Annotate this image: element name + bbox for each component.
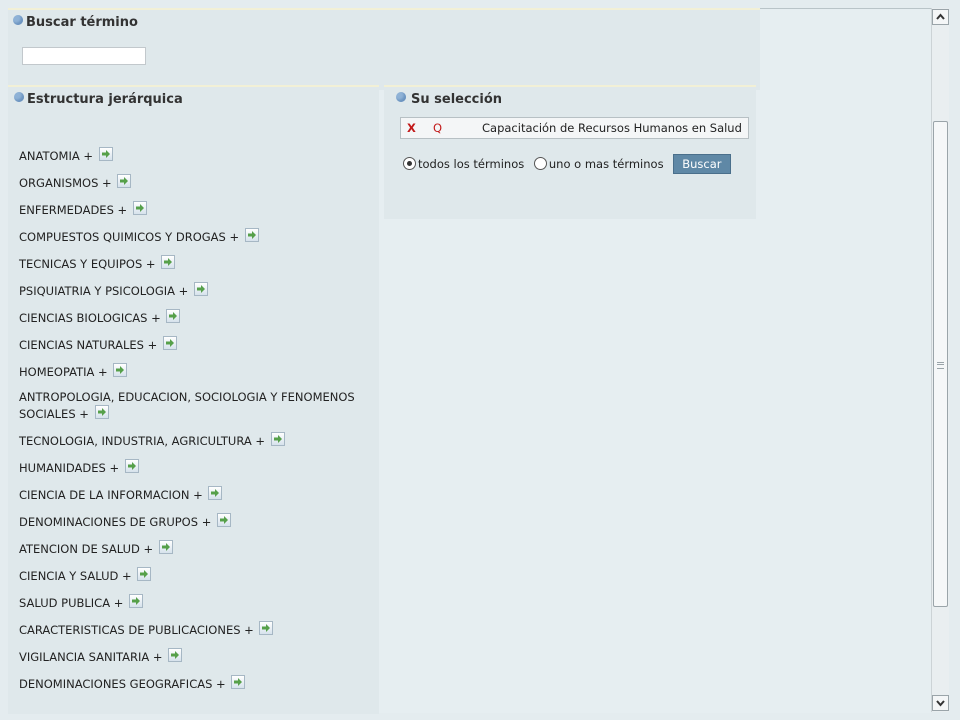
tree-item-label[interactable]: ORGANISMOS + — [19, 176, 112, 190]
tree-item-ciencia-salud[interactable]: CIENCIA Y SALUD + — [19, 567, 152, 584]
tree-item-label[interactable]: ATENCION DE SALUD + — [19, 542, 153, 556]
tree-item-tecnologia[interactable]: TECNOLOGIA, INDUSTRIA, AGRICULTURA + — [19, 432, 285, 449]
add-arrow-icon[interactable] — [129, 594, 144, 608]
tree-item-label[interactable]: ANATOMIA + — [19, 149, 93, 163]
scroll-down-button[interactable] — [932, 695, 949, 711]
radio-any-terms-label[interactable]: uno o mas términos — [549, 157, 664, 171]
tree-item-salud-publica[interactable]: SALUD PUBLICA + — [19, 594, 144, 611]
search-button[interactable]: Buscar — [673, 154, 731, 174]
tree-item-enfermedades[interactable]: ENFERMEDADES + — [19, 201, 147, 218]
tree-item-ciencias-biologicas[interactable]: CIENCIAS BIOLOGICAS + — [19, 309, 181, 326]
tree-item-vigilancia[interactable]: VIGILANCIA SANITARIA + — [19, 648, 183, 665]
tree-item-anatomia[interactable]: ANATOMIA + — [19, 147, 113, 164]
add-arrow-icon[interactable] — [168, 648, 183, 662]
bullet-icon — [13, 15, 23, 25]
query-term-button[interactable]: Q — [433, 118, 442, 138]
add-arrow-icon[interactable] — [208, 486, 223, 500]
tree-item-label[interactable]: DENOMINACIONES DE GRUPOS + — [19, 515, 211, 529]
search-panel: Buscar término — [8, 8, 760, 90]
tree-item-label[interactable]: DENOMINACIONES GEOGRAFICAS + — [19, 677, 226, 691]
tree-item-label[interactable]: CARACTERISTICAS DE PUBLICACIONES + — [19, 623, 254, 637]
tree-item-label[interactable]: CIENCIAS NATURALES + — [19, 338, 157, 352]
hierarchy-panel-title: Estructura jerárquica — [27, 92, 183, 107]
tree-item-label[interactable]: CIENCIA Y SALUD + — [19, 569, 132, 583]
tree-item-compuestos[interactable]: COMPUESTOS QUIMICOS Y DROGAS + — [19, 228, 259, 245]
add-arrow-icon[interactable] — [132, 201, 147, 215]
radio-any-terms[interactable] — [533, 157, 547, 170]
grip-icon — [937, 362, 944, 369]
tree-item-atencion-salud[interactable]: ATENCION DE SALUD + — [19, 540, 173, 557]
tree-item-psiquiatria[interactable]: PSIQUIATRIA Y PSICOLOGIA + — [19, 282, 208, 299]
tree-item-label[interactable]: ANTROPOLOGIA, EDUCACION, SOCIOLOGIA Y FE… — [19, 390, 355, 421]
search-input[interactable] — [22, 47, 146, 65]
selection-panel-title: Su selección — [411, 92, 503, 107]
vertical-scrollbar[interactable] — [931, 8, 949, 712]
add-arrow-icon[interactable] — [158, 540, 173, 554]
search-panel-title: Buscar término — [26, 15, 138, 30]
tree-item-label[interactable]: CIENCIA DE LA INFORMACION + — [19, 488, 203, 502]
chevron-down-icon — [936, 700, 945, 707]
chevron-up-icon — [936, 13, 945, 20]
tree-item-label[interactable]: CIENCIAS BIOLOGICAS + — [19, 311, 161, 325]
tree-item-label[interactable]: PSIQUIATRIA Y PSICOLOGIA + — [19, 284, 188, 298]
tree-item-tecnicas[interactable]: TECNICAS Y EQUIPOS + — [19, 255, 176, 272]
tree-item-caracteristicas[interactable]: CARACTERISTICAS DE PUBLICACIONES + — [19, 621, 274, 638]
add-arrow-icon[interactable] — [270, 432, 285, 446]
add-arrow-icon[interactable] — [216, 513, 231, 527]
add-arrow-icon[interactable] — [113, 363, 128, 377]
tree-item-label[interactable]: SALUD PUBLICA + — [19, 596, 123, 610]
tree-item-humanidades[interactable]: HUMANIDADES + — [19, 459, 139, 476]
add-arrow-icon[interactable] — [124, 459, 139, 473]
add-arrow-icon[interactable] — [161, 255, 176, 269]
match-options: todos los términos uno o mas términos Bu… — [403, 154, 731, 174]
selection-panel: Su selección X Q Capacitación de Recurso… — [384, 85, 756, 219]
tree-item-label[interactable]: TECNOLOGIA, INDUSTRIA, AGRICULTURA + — [19, 434, 265, 448]
add-arrow-icon[interactable] — [98, 147, 113, 161]
tree-item-denominaciones-grupos[interactable]: DENOMINACIONES DE GRUPOS + — [19, 513, 231, 530]
add-arrow-icon[interactable] — [259, 621, 274, 635]
add-arrow-icon[interactable] — [193, 282, 208, 296]
bullet-icon — [396, 92, 406, 102]
add-arrow-icon[interactable] — [166, 309, 181, 323]
tree-item-homeopatia[interactable]: HOMEOPATIA + — [19, 363, 128, 380]
add-arrow-icon[interactable] — [231, 675, 246, 689]
tree-item-label[interactable]: TECNICAS Y EQUIPOS + — [19, 257, 156, 271]
tree-item-antropologia[interactable]: ANTROPOLOGIA, EDUCACION, SOCIOLOGIA Y FE… — [19, 389, 369, 422]
add-arrow-icon[interactable] — [162, 336, 177, 350]
remove-term-button[interactable]: X — [407, 118, 416, 138]
hierarchy-panel: Estructura jerárquica ANATOMIA + ORGANIS… — [8, 85, 379, 714]
selected-term: Capacitación de Recursos Humanos en Salu… — [482, 121, 742, 135]
scroll-thumb[interactable] — [933, 121, 948, 607]
tree-item-ciencias-naturales[interactable]: CIENCIAS NATURALES + — [19, 336, 177, 353]
tree-item-label[interactable]: HUMANIDADES + — [19, 461, 119, 475]
tree-item-label[interactable]: HOMEOPATIA + — [19, 365, 108, 379]
radio-all-terms[interactable] — [403, 157, 416, 170]
add-arrow-icon[interactable] — [117, 174, 132, 188]
selected-term-row: X Q Capacitación de Recursos Humanos en … — [400, 117, 749, 139]
tree-item-ciencia-informacion[interactable]: CIENCIA DE LA INFORMACION + — [19, 486, 223, 503]
tree-item-label[interactable]: ENFERMEDADES + — [19, 203, 127, 217]
radio-all-terms-label[interactable]: todos los términos — [418, 157, 524, 171]
tree-item-label[interactable]: COMPUESTOS QUIMICOS Y DROGAS + — [19, 230, 239, 244]
tree-item-label[interactable]: VIGILANCIA SANITARIA + — [19, 650, 163, 664]
add-arrow-icon[interactable] — [94, 405, 109, 419]
tree-item-organismos[interactable]: ORGANISMOS + — [19, 174, 132, 191]
tree-item-geograficas[interactable]: DENOMINACIONES GEOGRAFICAS + — [19, 675, 246, 692]
add-arrow-icon[interactable] — [137, 567, 152, 581]
scroll-up-button[interactable] — [932, 9, 949, 25]
bullet-icon — [14, 92, 24, 102]
add-arrow-icon[interactable] — [244, 228, 259, 242]
